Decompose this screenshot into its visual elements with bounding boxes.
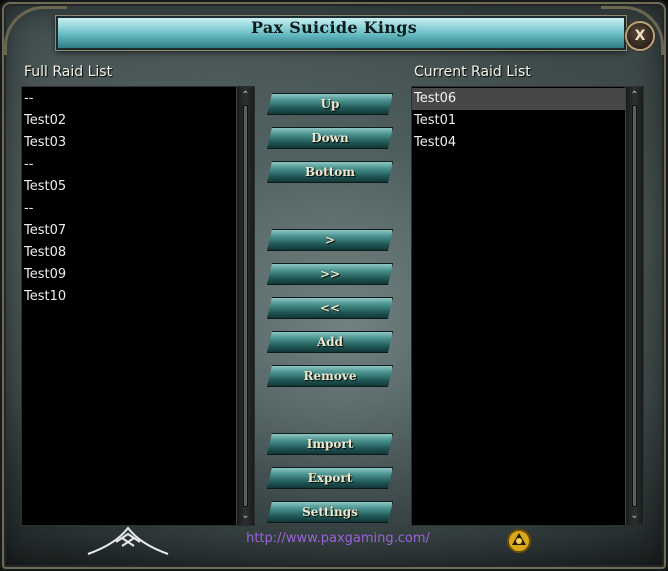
settings-button[interactable]: Settings <box>267 501 393 523</box>
move-right-button[interactable]: > <box>267 229 393 251</box>
window-title: Pax Suicide Kings <box>250 18 417 37</box>
list-item[interactable]: -- <box>22 88 236 110</box>
close-icon[interactable]: X <box>625 21 655 51</box>
list-item[interactable]: Test08 <box>22 242 236 264</box>
website-link[interactable]: http://www.paxgaming.com/ <box>0 531 668 546</box>
full-raid-list-items: -- Test02 Test03 -- Test05 -- Test07 Test08 Test… <box>22 88 236 308</box>
move-all-left-button[interactable]: << <box>267 297 393 319</box>
scroll-down-icon[interactable]: ⌄ <box>238 509 253 523</box>
full-list-scrollbar[interactable]: ⌃ ⌄ <box>236 87 254 525</box>
current-raid-list-items: Test06 Test01 Test04 <box>412 88 625 154</box>
remove-button[interactable]: Remove <box>267 365 393 387</box>
full-raid-list[interactable]: -- Test02 Test03 -- Test05 -- Test07 Test08 Test… <box>21 86 255 526</box>
down-button[interactable]: Down <box>267 127 393 149</box>
list-item[interactable]: Test04 <box>412 132 625 154</box>
window: Pax Suicide Kings X Full Raid List -- Tes… <box>0 0 668 571</box>
add-button[interactable]: Add <box>267 331 393 353</box>
list-item[interactable]: Test06 <box>412 88 625 110</box>
list-item[interactable]: -- <box>22 198 236 220</box>
scroll-up-icon[interactable]: ⌃ <box>238 89 253 103</box>
list-item[interactable]: Test05 <box>22 176 236 198</box>
export-button[interactable]: Export <box>267 467 393 489</box>
up-button[interactable]: Up <box>267 93 393 115</box>
list-item[interactable]: Test09 <box>22 264 236 286</box>
list-item[interactable]: Test10 <box>22 286 236 308</box>
import-button[interactable]: Import <box>267 433 393 455</box>
current-list-scrollbar[interactable]: ⌃ ⌄ <box>625 87 643 525</box>
move-all-right-button[interactable]: >> <box>267 263 393 285</box>
full-raid-list-label: Full Raid List <box>24 64 113 80</box>
list-item[interactable]: Test02 <box>22 110 236 132</box>
list-item[interactable]: Test01 <box>412 110 625 132</box>
list-item[interactable]: Test07 <box>22 220 236 242</box>
scroll-down-icon[interactable]: ⌄ <box>627 509 642 523</box>
scroll-up-icon[interactable]: ⌃ <box>627 89 642 103</box>
current-raid-list[interactable]: Test06 Test01 Test04 ⌃ ⌄ <box>411 86 644 526</box>
scroll-track[interactable] <box>243 105 248 507</box>
list-item[interactable]: Test03 <box>22 132 236 154</box>
gold-emblem-icon <box>507 529 531 553</box>
list-item[interactable]: -- <box>22 154 236 176</box>
current-raid-list-label: Current Raid List <box>414 64 531 80</box>
scroll-track[interactable] <box>632 105 637 507</box>
bottom-button[interactable]: Bottom <box>267 161 393 183</box>
